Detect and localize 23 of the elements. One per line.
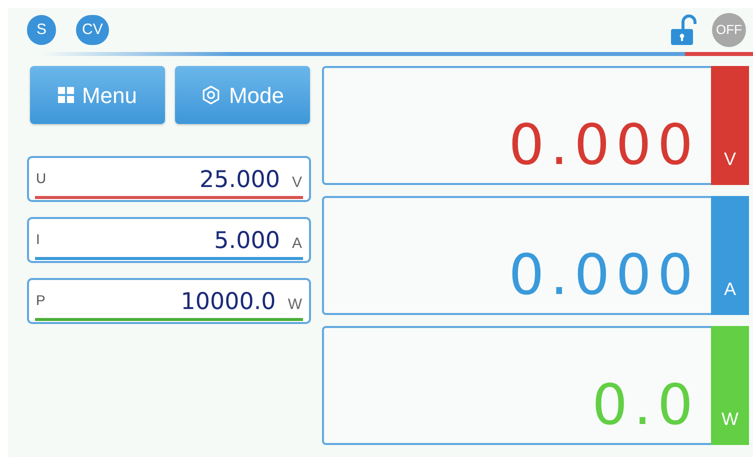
setpoint-field[interactable]: I 5.000 A — [27, 217, 311, 263]
setpoint-label: P — [36, 291, 46, 310]
setpoint-value: 25.000 — [200, 166, 280, 194]
gear-icon — [200, 85, 221, 105]
setpoint-label: I — [36, 230, 40, 249]
grid-icon — [58, 87, 74, 103]
readout-value: 0.0 — [592, 372, 699, 440]
setpoint-value: 5.000 — [214, 227, 280, 255]
setpoint-unit: A — [292, 234, 302, 254]
unit-label: A — [724, 278, 736, 301]
readout-value: 0.000 — [508, 112, 699, 180]
setpoint-unit: V — [292, 172, 302, 192]
unit-label: V — [724, 148, 736, 171]
status-badge: S — [27, 15, 56, 45]
setpoint-field[interactable]: U 25.000 V — [27, 156, 311, 202]
unlocked-padlock-icon[interactable] — [670, 14, 698, 46]
unit-label: W — [722, 408, 738, 431]
setpoint-field[interactable]: P 10000.0 W — [27, 278, 311, 324]
status-badge: CV — [76, 15, 109, 45]
setpoint-unit: W — [288, 294, 302, 314]
readout-value: 0.000 — [508, 242, 699, 310]
setpoint-label: U — [36, 169, 46, 188]
setpoint-value: 10000.0 — [180, 288, 276, 316]
